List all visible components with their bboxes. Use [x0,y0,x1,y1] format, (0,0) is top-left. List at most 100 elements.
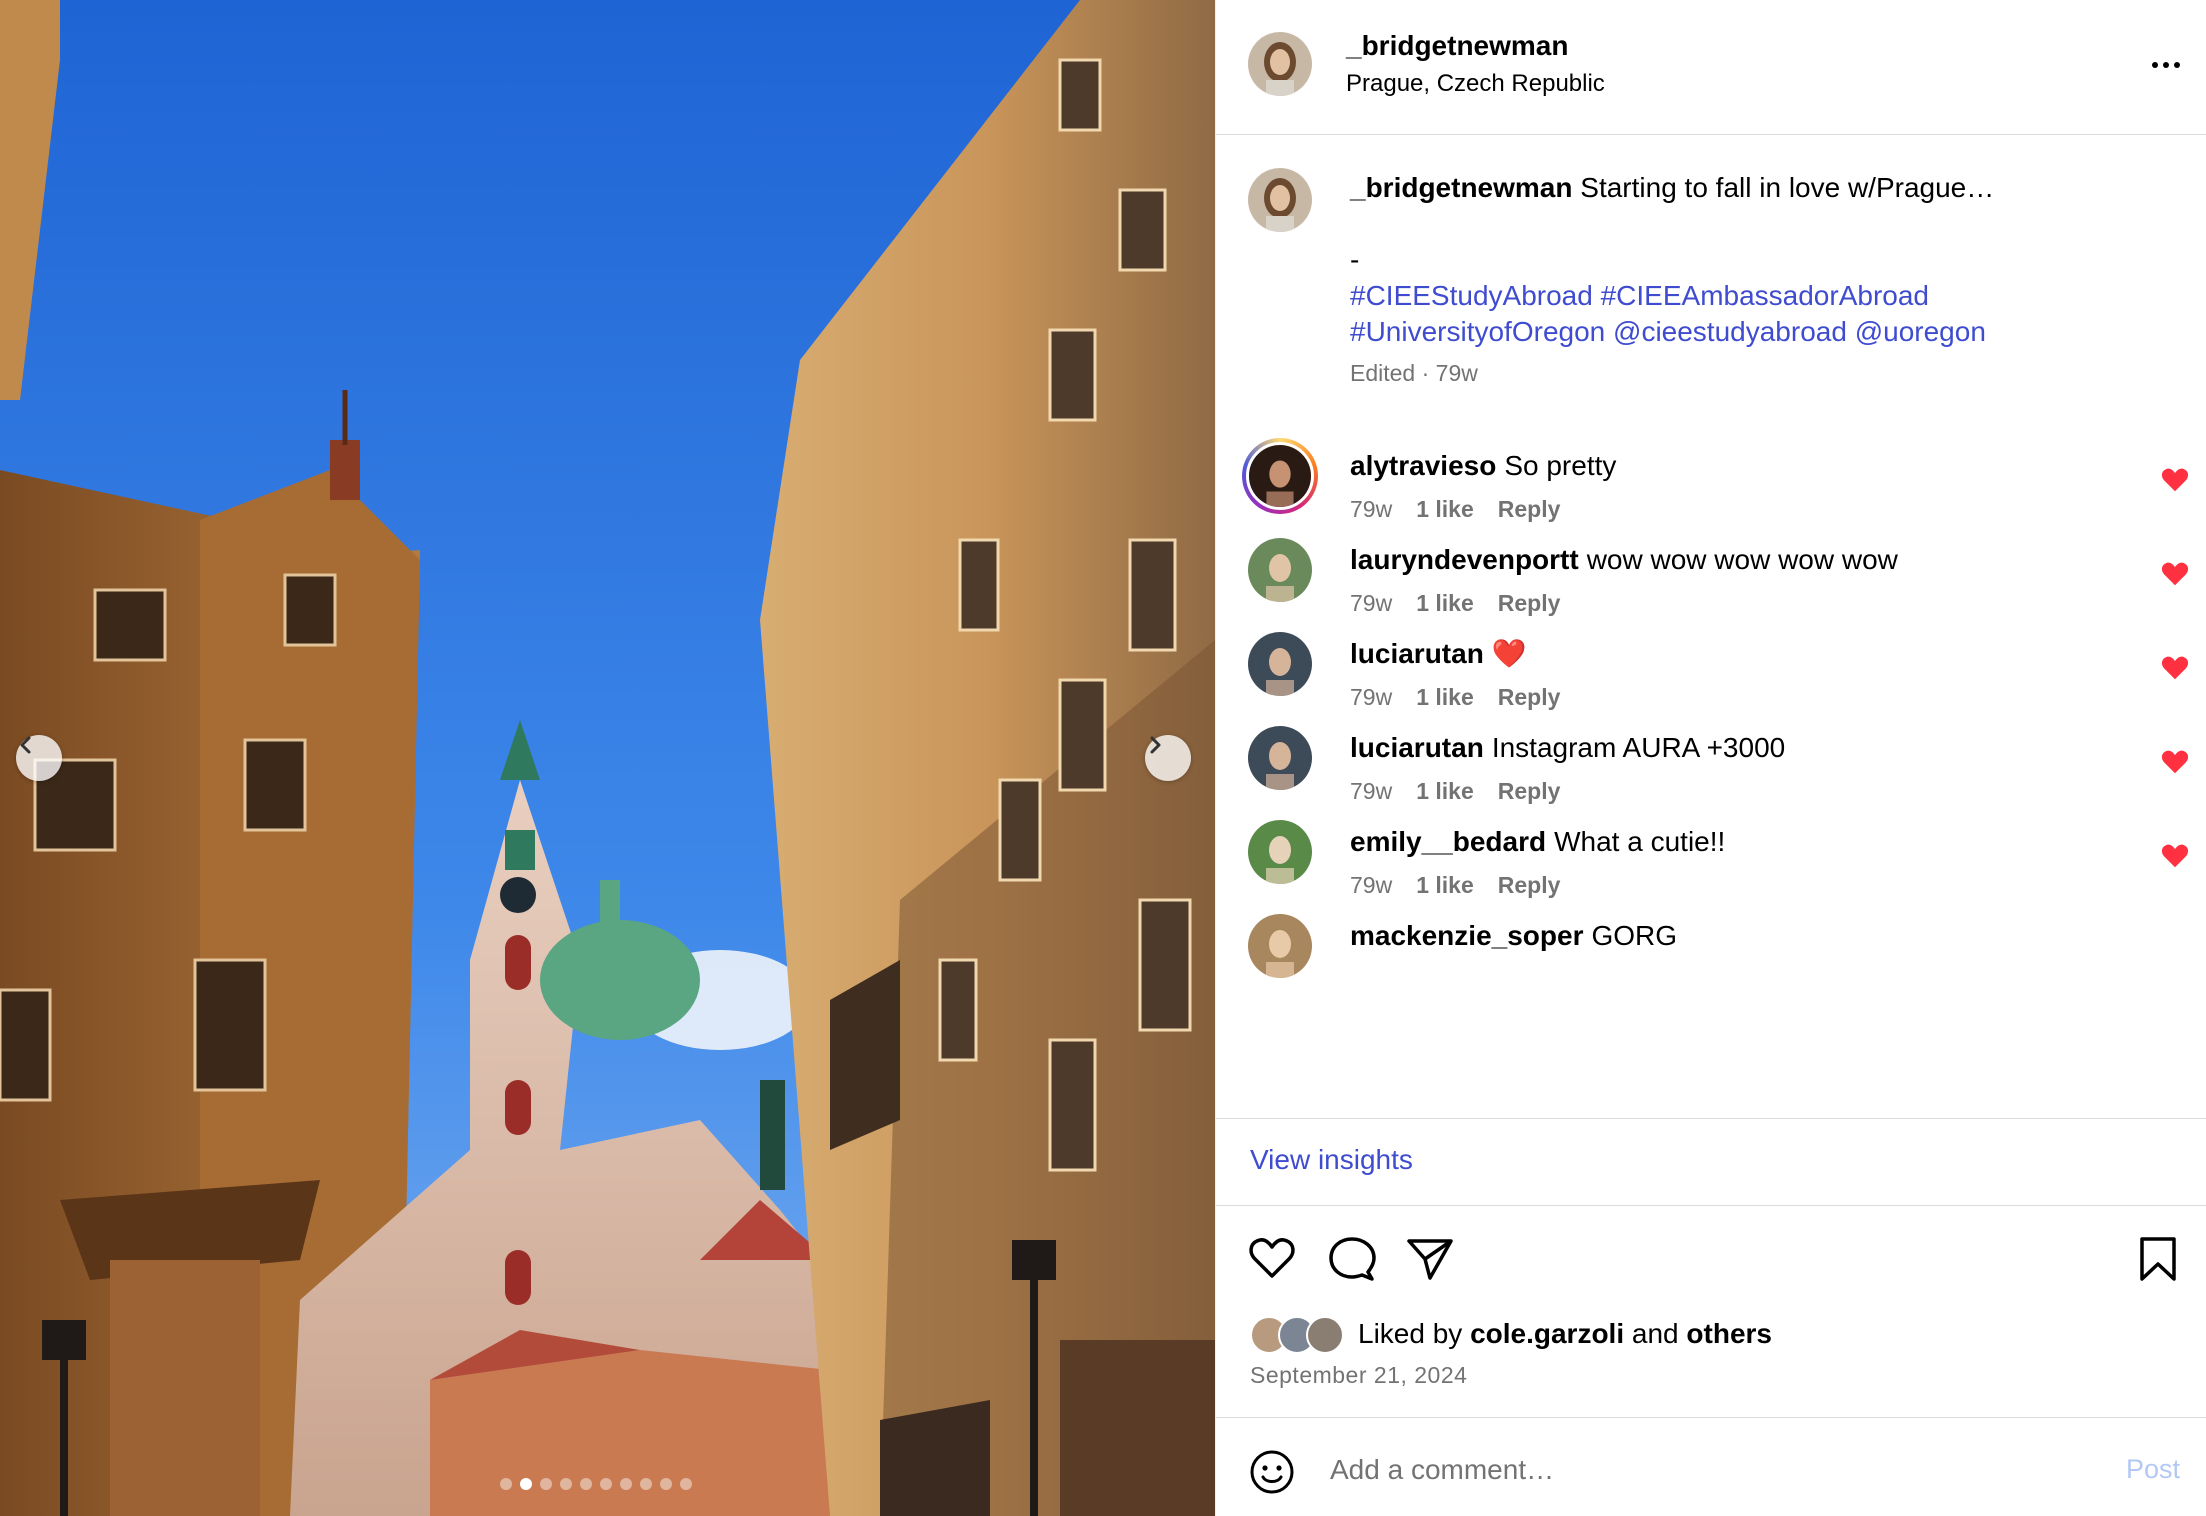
author-avatar[interactable] [1248,32,1312,96]
mention-link[interactable]: @cieestudyabroad [1613,316,1847,347]
comment-time: 79w [1350,590,1393,616]
comment-body: Instagram AURA +3000 [1491,732,1786,763]
comments-section[interactable]: _bridgetnewman Starting to fall in love … [1216,136,2206,1119]
avatar-photo [1248,726,1312,790]
comment-reply-button[interactable]: Reply [1498,684,1561,711]
share-paper-plane-icon[interactable] [1406,1236,1454,1282]
hashtag-link[interactable]: #UniversityofOregon [1350,316,1605,347]
carousel-dot [580,1478,592,1490]
comment-likes[interactable]: 1 like [1416,778,1474,805]
post-location[interactable]: Prague, Czech Republic [1346,70,1605,98]
comment-body: GORG [1591,920,1678,951]
comment-like-heart-icon[interactable] [2160,466,2190,494]
caption-text: _bridgetnewman Starting to fall in love … [1350,170,2150,206]
comment-like-heart-icon[interactable] [2160,842,2190,870]
carousel-prev-button[interactable] [16,735,62,781]
post-photo[interactable] [0,0,1215,1516]
divider [1216,1205,2206,1206]
comment-body: ❤️ [1491,638,1527,669]
comment-likes[interactable]: 1 like [1416,496,1474,523]
emoji-smiley-icon[interactable] [1248,1448,1296,1496]
carousel-indicator [500,1478,692,1490]
comment-meta: 79w 1 like Reply [1350,872,1560,899]
carousel-dot [560,1478,572,1490]
comment-meta: 79w 1 like Reply [1350,778,1560,805]
commenter-avatar[interactable] [1248,820,1312,884]
comment-username[interactable]: alytravieso [1350,450,1496,481]
comment-likes[interactable]: 1 like [1416,684,1474,711]
liked-by-user[interactable]: cole.garzoli [1470,1318,1624,1349]
comment-body: What a cutie!! [1554,826,1726,857]
comment-reply-button[interactable]: Reply [1498,496,1561,523]
comment-username[interactable]: lauryndevenportt [1350,544,1579,575]
comment-text: mackenzie_soper GORG [1350,918,1677,954]
comment-text: luciarutan ❤️ [1350,636,1527,672]
comment-reply-button[interactable]: Reply [1498,778,1561,805]
more-icon [2152,62,2158,68]
prague-street-photo [0,0,1215,1516]
comment-body: So pretty [1504,450,1617,481]
chevron-left-icon [20,736,31,754]
comment-username[interactable]: luciarutan [1350,732,1484,763]
liked-by-text: Liked by cole.garzoli and others [1358,1318,1772,1350]
commenter-avatar[interactable] [1248,914,1312,978]
carousel-dot [520,1478,532,1490]
caption-meta: Edited · 79w [1350,360,1478,386]
caption-username[interactable]: _bridgetnewman [1350,172,1572,203]
comment-reply-button[interactable]: Reply [1498,872,1561,899]
comment-time: 79w [1350,872,1393,898]
chevron-right-icon [1150,736,1161,754]
comment-username[interactable]: emily__bedard [1350,826,1546,857]
post-comment-button[interactable]: Post [2126,1454,2180,1485]
comment-username[interactable]: luciarutan [1350,638,1484,669]
comment-row: mackenzie_soper GORG [1216,906,2206,1026]
caption-author-avatar[interactable] [1248,168,1312,232]
hashtag-link[interactable]: #CIEEStudyAbroad [1350,280,1593,311]
comment-like-heart-icon[interactable] [2160,654,2190,682]
add-comment-input[interactable] [1330,1448,2090,1492]
hashtag-link[interactable]: #CIEEAmbassadorAbroad [1601,280,1929,311]
carousel-dot [500,1478,512,1490]
liked-by-prefix: Liked by [1358,1318,1463,1349]
liked-by-avatars[interactable] [1250,1316,1360,1356]
carousel-dot [620,1478,632,1490]
liker-avatar [1306,1316,1344,1354]
comment-likes[interactable]: 1 like [1416,590,1474,617]
comment-time: 79w [1350,778,1393,804]
comment-text: emily__bedard What a cutie!! [1350,824,1725,860]
caption-hashtags: #CIEEStudyAbroad #CIEEAmbassadorAbroad #U… [1350,278,2150,350]
carousel-next-button[interactable] [1145,735,1191,781]
comment-time: 79w [1350,684,1393,710]
comment-like-heart-icon[interactable] [2160,748,2190,776]
commenter-avatar[interactable] [1242,438,1318,514]
comment-username[interactable]: mackenzie_soper [1350,920,1583,951]
save-bookmark-icon[interactable] [2138,1236,2178,1282]
comment-text: lauryndevenportt wow wow wow wow wow [1350,542,1898,578]
commenter-avatar[interactable] [1248,726,1312,790]
liked-by-joiner: and [1631,1318,1679,1349]
like-heart-icon[interactable] [1248,1236,1296,1280]
commenter-avatar[interactable] [1248,632,1312,696]
carousel-dot [680,1478,692,1490]
carousel-dot [600,1478,612,1490]
commenter-avatar[interactable] [1248,538,1312,602]
comment-meta: 79w 1 like Reply [1350,496,1560,523]
post-header: _bridgetnewman Prague, Czech Republic [1216,0,2206,135]
divider [1216,1417,2206,1418]
mention-link[interactable]: @uoregon [1855,316,1986,347]
avatar-photo [1248,914,1312,978]
more-options-button[interactable] [2141,45,2191,85]
avatar-photo [1248,820,1312,884]
comment-meta: 79w 1 like Reply [1350,684,1560,711]
comment-likes[interactable]: 1 like [1416,872,1474,899]
comment-like-heart-icon[interactable] [2160,560,2190,588]
comment-reply-button[interactable]: Reply [1498,590,1561,617]
caption-body: Starting to fall in love w/Prague… [1580,172,1995,203]
liked-by-others[interactable]: others [1686,1318,1772,1349]
comment-bubble-icon[interactable] [1328,1236,1376,1282]
comment-meta: 79w 1 like Reply [1350,590,1560,617]
avatar-photo [1248,632,1312,696]
carousel-dot [660,1478,672,1490]
author-username[interactable]: _bridgetnewman [1346,30,1568,62]
view-insights-link[interactable]: View insights [1250,1144,1413,1176]
